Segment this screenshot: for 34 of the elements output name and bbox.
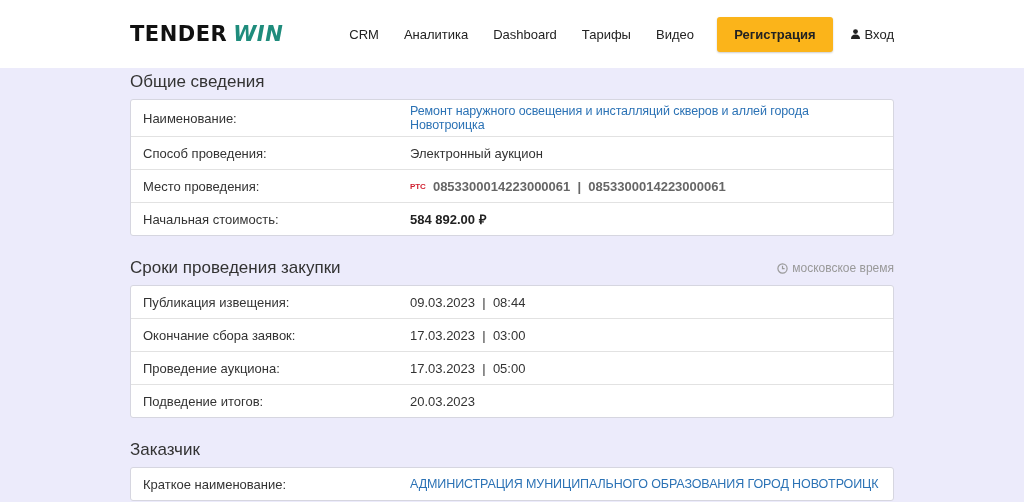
value-text: 09.03.2023 | 08:44 bbox=[410, 294, 526, 310]
nav-link[interactable]: Тарифы bbox=[581, 26, 631, 42]
value-text: 17.03.2023 | 05:00 bbox=[410, 360, 526, 376]
field-label: Место проведения: bbox=[143, 178, 261, 194]
value-text: 17.03.2023 | 03:00 bbox=[410, 327, 526, 343]
field-label: Краткое наименование: bbox=[143, 476, 288, 492]
price-text: 584 892.00 ₽ bbox=[410, 211, 487, 228]
section-title: Общие сведения bbox=[130, 72, 265, 92]
value-link[interactable]: Ремонт наружного освещения и инсталляций скверов и аллей города Новотроицка bbox=[410, 104, 881, 132]
value-text: 20.03.2023 bbox=[410, 393, 476, 409]
login-link[interactable]: Вход bbox=[850, 26, 894, 42]
nav-link[interactable]: Аналитика bbox=[403, 26, 469, 42]
section-title: Заказчик bbox=[130, 440, 200, 460]
field-label: Наименование: bbox=[143, 110, 238, 126]
clock-icon bbox=[777, 262, 789, 274]
user-icon bbox=[850, 29, 860, 39]
register-button[interactable]: Регистрация bbox=[717, 16, 833, 52]
section-title: Сроки проведения закупки bbox=[130, 258, 341, 278]
field-label: Подведение итогов: bbox=[143, 393, 265, 409]
platform-label: РТС bbox=[410, 181, 426, 191]
nav-link[interactable]: Видео bbox=[655, 26, 694, 42]
field-label: Способ проведения: bbox=[143, 145, 268, 161]
field-label: Проведение аукциона: bbox=[143, 360, 281, 376]
value-link[interactable]: АДМИНИСТРАЦИЯ МУНИЦИПАЛЬНОГО ОБРАЗОВАНИЯ ГОРОД НОВОТРОИЦК bbox=[410, 477, 879, 491]
logo-text[interactable]: WIN bbox=[233, 22, 284, 46]
nav-link[interactable]: CRM bbox=[349, 26, 379, 42]
logo-text[interactable]: TENDER bbox=[130, 22, 228, 46]
field-label: Окончание сбора заявок: bbox=[143, 327, 297, 343]
value-text: Электронный аукцион bbox=[410, 145, 543, 161]
field-label: Публикация извещения: bbox=[143, 294, 291, 310]
nav-link[interactable]: Dashboard bbox=[493, 26, 557, 42]
field-label: Начальная стоимость: bbox=[143, 211, 280, 227]
purchase-number: 0853300014223000061 | 0853300014223000061 bbox=[432, 178, 726, 194]
timezone-note: московское время bbox=[792, 261, 894, 275]
